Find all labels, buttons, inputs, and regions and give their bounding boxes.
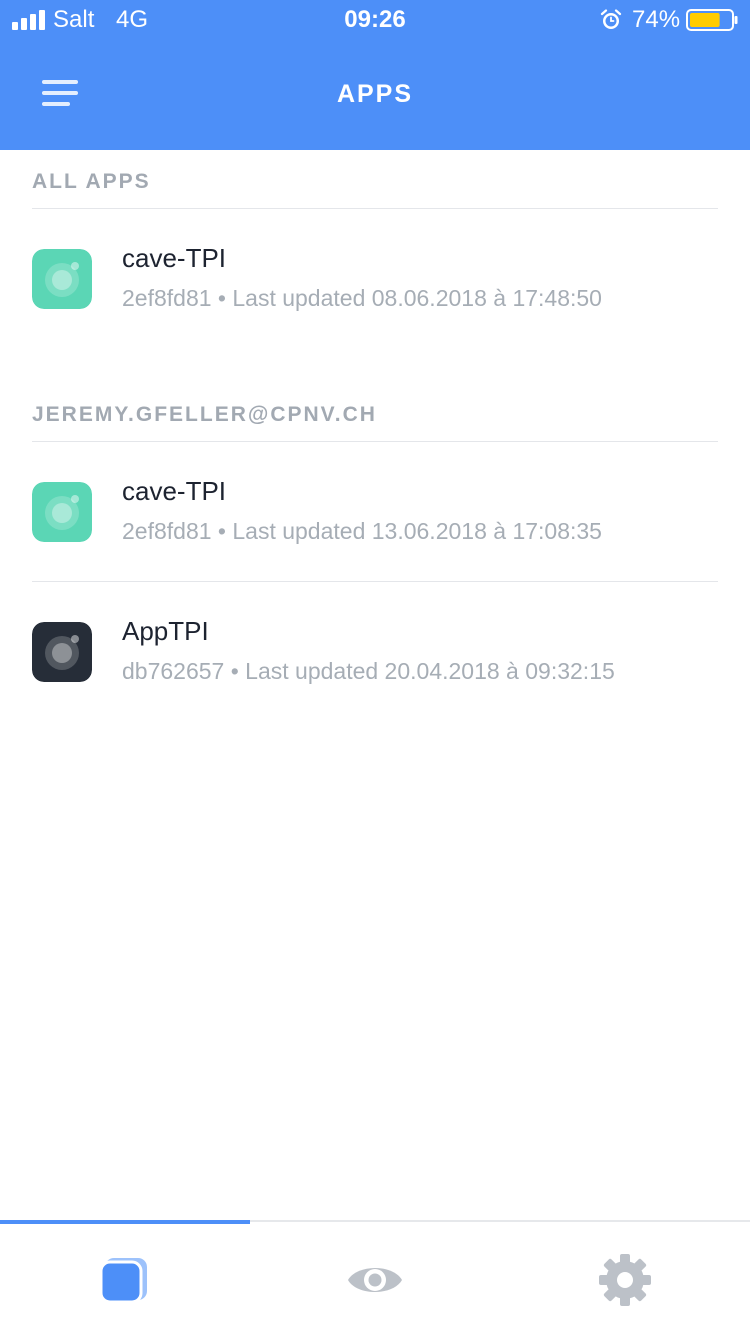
divider: [32, 441, 718, 442]
app-icon: [32, 249, 92, 309]
app-icon: [32, 482, 92, 542]
alarm-icon: [600, 9, 622, 29]
app-meta: db762657 • Last updated 20.04.2018 à 09:…: [122, 658, 615, 684]
app-row-apptpi[interactable]: AppTPI db762657 • Last updated 20.04.201…: [0, 592, 750, 712]
app-row-cave-tpi[interactable]: cave-TPI 2ef8fd81 • Last updated 13.06.2…: [0, 452, 750, 572]
gear-icon: [599, 1254, 651, 1306]
app-icon: [32, 622, 92, 682]
app-meta: 2ef8fd81 • Last updated 08.06.2018 à 17:…: [122, 285, 602, 311]
status-bar: Salt 4G 09:26 74%: [0, 0, 750, 40]
app-header: Salt 4G 09:26 74% APPS: [0, 0, 750, 150]
tab-apps[interactable]: [0, 1222, 250, 1334]
section-header-all-apps: ALL APPS: [32, 170, 151, 193]
eye-icon: [348, 1268, 402, 1292]
app-name: AppTPI: [122, 616, 209, 646]
divider: [32, 581, 718, 582]
app-row-cave-tpi[interactable]: cave-TPI 2ef8fd81 • Last updated 08.06.2…: [0, 219, 750, 339]
tab-settings[interactable]: [500, 1222, 750, 1334]
app-name: cave-TPI: [122, 243, 227, 273]
divider: [32, 208, 718, 209]
app-meta: 2ef8fd81 • Last updated 13.06.2018 à 17:…: [122, 518, 602, 544]
tab-preview[interactable]: [250, 1222, 500, 1334]
page-title: APPS: [336, 80, 414, 108]
tab-bar: [0, 1220, 750, 1334]
battery-icon: [686, 9, 738, 31]
section-header-account: JEREMY.GFELLER@CPNV.CH: [32, 403, 377, 426]
apps-icon: [99, 1258, 147, 1304]
app-name: cave-TPI: [122, 476, 227, 506]
battery-percent: 74%: [632, 6, 681, 33]
